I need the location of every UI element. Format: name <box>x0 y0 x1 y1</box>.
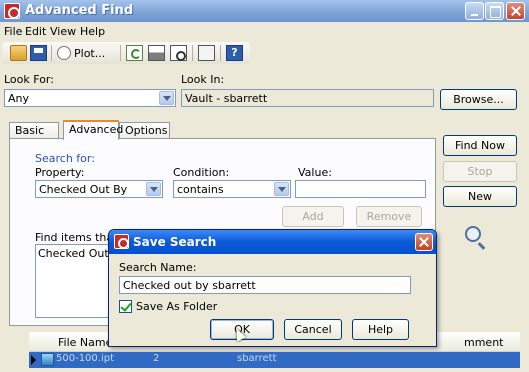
tab-advanced[interactable]: Advanced <box>63 120 123 140</box>
toolbar-separator <box>51 45 52 61</box>
look-for-value: Any <box>8 92 30 105</box>
browse-button[interactable]: Browse... <box>440 89 517 110</box>
row-file-name: 500-100.ipt <box>56 353 115 364</box>
stop-button[interactable]: Stop <box>443 161 517 182</box>
remove-button[interactable]: Remove <box>356 206 422 227</box>
window-title: Advanced Find <box>25 3 134 18</box>
chevron-down-icon[interactable] <box>146 182 161 196</box>
chevron-down-icon[interactable] <box>159 91 174 105</box>
look-in-value: Vault - sbarrett <box>185 92 268 105</box>
row-selector-arrow-icon <box>31 355 36 365</box>
app-icon <box>114 234 129 249</box>
menu-view[interactable]: View <box>50 25 76 38</box>
value-label: Value: <box>298 166 332 179</box>
advanced-find-window: Advanced Find File Edit View Help Plot..… <box>0 0 529 372</box>
minimize-button[interactable] <box>465 2 484 20</box>
look-for-dropdown[interactable]: Any <box>4 89 176 107</box>
save-search-dialog: Save Search Search Name: Checked out by … <box>108 229 437 347</box>
property-value: Checked Out By <box>39 183 128 196</box>
value-input[interactable] <box>295 180 426 198</box>
tab-basic[interactable]: Basic <box>9 122 59 139</box>
help-button[interactable]: Help <box>352 319 409 340</box>
print-icon[interactable] <box>148 45 165 61</box>
toolbar: Plot... ? <box>2 42 250 64</box>
dialog-title-bar: Save Search <box>109 230 436 254</box>
plot-button-label[interactable]: Plot... <box>74 47 105 60</box>
close-button[interactable] <box>506 2 525 20</box>
print-preview-icon[interactable] <box>170 45 187 61</box>
maximize-button[interactable] <box>485 2 504 20</box>
look-in-label: Look In: <box>181 73 225 86</box>
save-as-folder-label[interactable]: Save As Folder <box>136 300 217 313</box>
magnifier-icon <box>465 226 481 242</box>
refresh-icon[interactable] <box>126 45 143 61</box>
condition-label: Condition: <box>173 166 230 179</box>
look-in-field: Vault - sbarrett <box>181 89 434 107</box>
menu-edit[interactable]: Edit <box>25 25 46 38</box>
open-icon[interactable] <box>10 45 27 61</box>
copy-icon[interactable] <box>198 45 215 61</box>
property-label: Property: <box>35 166 85 179</box>
dialog-close-button[interactable] <box>415 233 433 251</box>
column-header-file-name[interactable]: File Name <box>58 336 112 349</box>
property-dropdown[interactable]: Checked Out By <box>35 180 163 198</box>
look-for-label: Look For: <box>4 73 54 86</box>
plot-icon[interactable] <box>57 46 71 60</box>
save-icon[interactable] <box>30 45 47 61</box>
search-name-label: Search Name: <box>119 261 197 274</box>
new-button[interactable]: New <box>443 186 517 207</box>
help-icon[interactable]: ? <box>226 45 243 61</box>
column-header-comment[interactable]: mment <box>464 336 503 349</box>
chevron-down-icon[interactable] <box>274 182 289 196</box>
add-button[interactable]: Add <box>282 206 344 227</box>
toolbar-separator <box>192 45 193 61</box>
title-bar: Advanced Find <box>0 0 529 22</box>
menu-help[interactable]: Help <box>80 25 105 38</box>
condition-dropdown[interactable]: contains <box>173 180 291 198</box>
table-row[interactable]: 500-100.ipt 2 sbarrett <box>29 352 520 368</box>
tab-options[interactable]: Options <box>119 122 170 139</box>
search-name-value: Checked out by sbarrett <box>123 279 256 292</box>
find-now-button[interactable]: Find Now <box>443 135 517 156</box>
search-for-label: Search for: <box>35 152 95 165</box>
toolbar-separator <box>220 45 221 61</box>
menu-file[interactable]: File <box>4 25 22 38</box>
row-version: 2 <box>153 353 160 364</box>
toolbar-separator <box>120 45 121 61</box>
app-icon <box>4 3 20 19</box>
save-as-folder-checkbox[interactable] <box>119 300 132 313</box>
dialog-title: Save Search <box>133 235 217 249</box>
part-file-icon <box>41 353 54 366</box>
condition-value: contains <box>177 183 224 196</box>
row-checked-out-by: sbarrett <box>237 353 277 364</box>
cancel-button[interactable]: Cancel <box>284 319 342 340</box>
menu-bar: File Edit View Help <box>0 22 529 41</box>
search-name-input[interactable]: Checked out by sbarrett <box>119 276 411 294</box>
